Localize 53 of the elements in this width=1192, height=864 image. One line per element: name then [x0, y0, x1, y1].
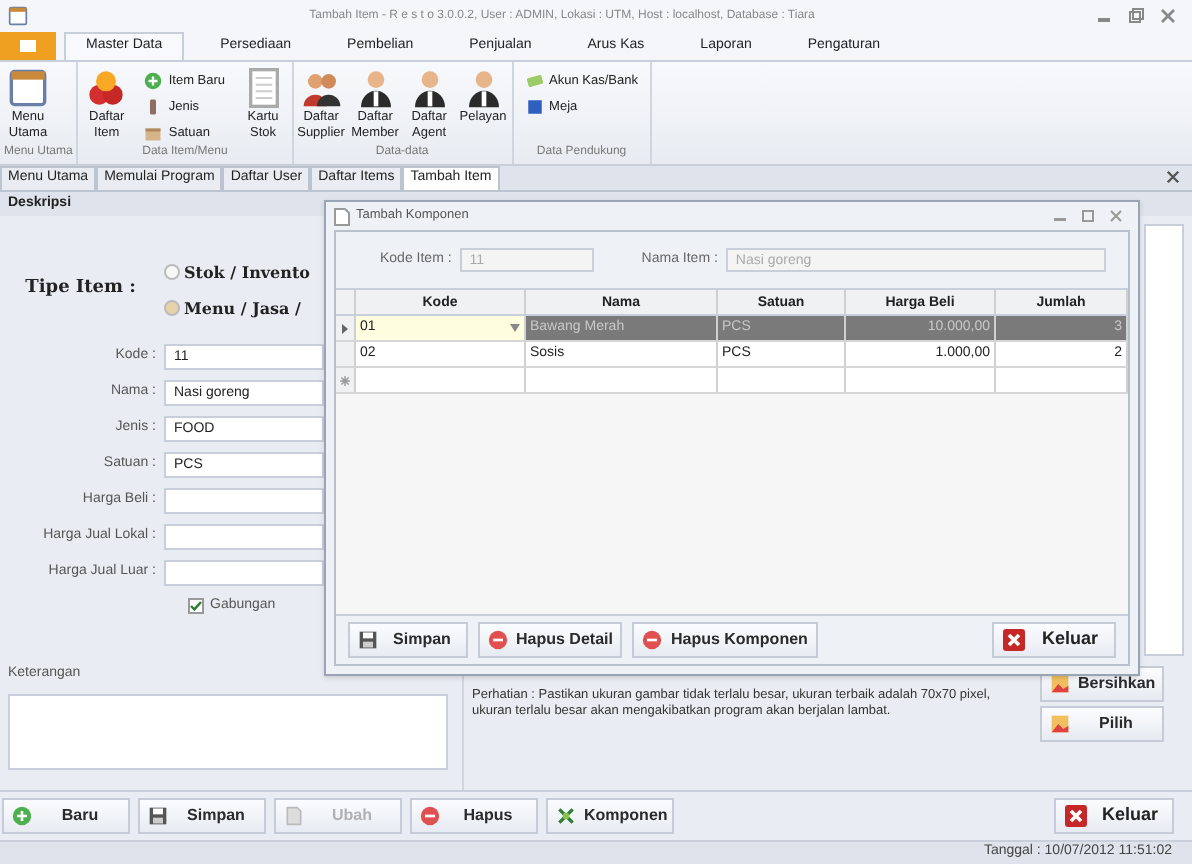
close-icon: [1064, 804, 1088, 828]
table-row[interactable]: [336, 368, 1128, 394]
field-label: Tipe Item :: [23, 276, 138, 303]
minus-icon: [488, 630, 508, 650]
window-icon: [8, 6, 28, 26]
person-icon: [355, 68, 396, 108]
window-icon: [8, 68, 48, 108]
fruit-icon: [86, 68, 127, 108]
minus-icon: [642, 630, 663, 650]
button[interactable]: Simpan: [138, 798, 266, 834]
button[interactable]: Hapus Komponen: [632, 622, 818, 658]
text-field[interactable]: [164, 560, 324, 586]
row-header[interactable]: [336, 316, 356, 340]
box-icon: [144, 124, 163, 142]
button[interactable]: Komponen: [546, 798, 674, 834]
sheet-icon: [243, 68, 284, 108]
button[interactable]: Simpan: [348, 622, 468, 658]
square-icon: [525, 98, 544, 116]
button[interactable]: Baru: [2, 798, 130, 834]
text-field[interactable]: [164, 488, 324, 514]
row-header[interactable]: [336, 368, 356, 392]
radio-button[interactable]: Menu / Jasa /: [164, 296, 310, 320]
people-icon: [301, 68, 342, 108]
dropdown-icon[interactable]: [510, 324, 520, 332]
picture-icon: [1050, 714, 1070, 734]
button[interactable]: Hapus: [410, 798, 538, 834]
close-icon[interactable]: [1110, 210, 1122, 222]
close-icon[interactable]: [1160, 8, 1176, 24]
close-icon: [1002, 628, 1026, 652]
document-icon: [334, 207, 350, 225]
button[interactable]: Hapus Detail: [478, 622, 623, 658]
new-row-icon: [340, 375, 350, 385]
minus-icon: [420, 806, 440, 826]
radio-button[interactable]: Stok / Invento: [164, 260, 310, 284]
application-menu-button[interactable]: [0, 32, 56, 60]
exit-button[interactable]: Keluar: [1054, 798, 1174, 834]
app-icon: [18, 38, 38, 54]
text-field[interactable]: [164, 524, 324, 550]
plus-icon: [12, 806, 32, 826]
plus-icon: [144, 72, 163, 90]
notes-field[interactable]: [8, 693, 448, 769]
tools-icon: [556, 806, 576, 826]
money-icon: [525, 72, 544, 90]
close-icon[interactable]: [1166, 170, 1180, 184]
document-icon: [284, 806, 304, 826]
check-icon: [190, 600, 202, 613]
person-icon: [409, 68, 450, 108]
current-row-icon: [342, 323, 348, 333]
restore-icon[interactable]: [1128, 8, 1144, 24]
button[interactable]: Pilih: [1040, 706, 1164, 742]
person-icon: [463, 68, 504, 108]
exit-button[interactable]: Keluar: [992, 622, 1116, 658]
restore-icon[interactable]: [1082, 210, 1094, 222]
